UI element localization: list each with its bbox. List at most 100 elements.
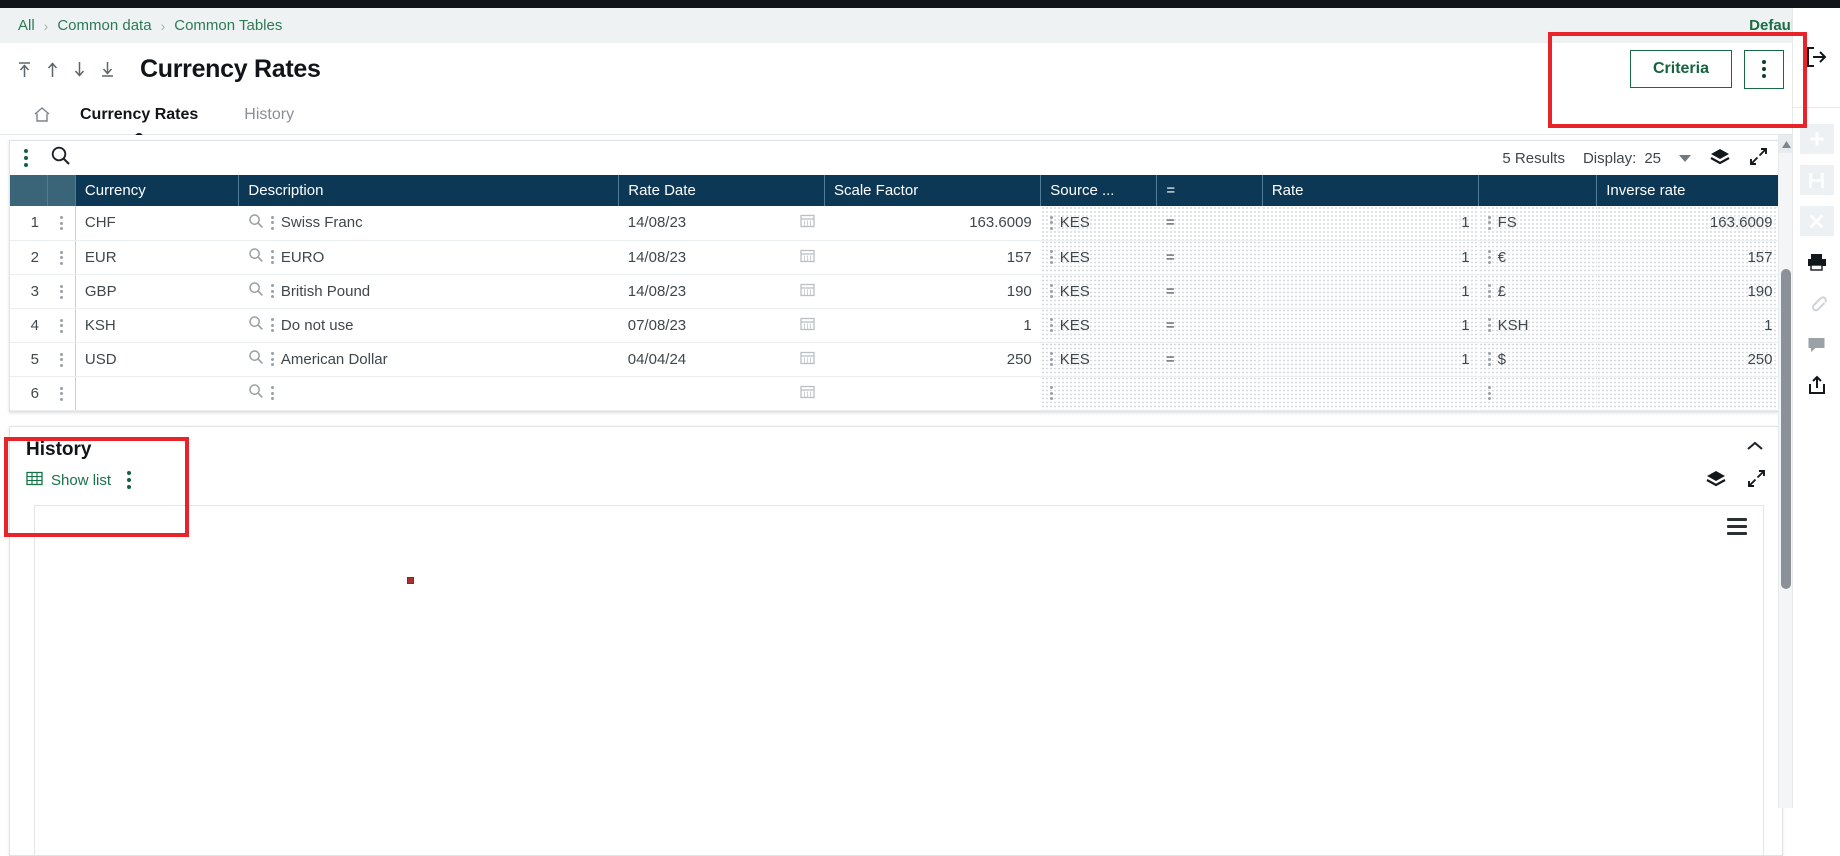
breadcrumb-item-all[interactable]: All xyxy=(18,17,35,34)
cell-scale-factor[interactable]: 1 xyxy=(824,308,1040,342)
chevron-up-icon[interactable] xyxy=(1744,439,1766,459)
chevron-down-icon[interactable] xyxy=(1679,155,1691,162)
cell-menu-icon[interactable] xyxy=(271,352,274,366)
expand-icon[interactable] xyxy=(1749,147,1768,170)
expand-icon[interactable] xyxy=(1747,469,1766,493)
cell-currency[interactable]: EUR xyxy=(75,240,239,274)
cell-menu-icon[interactable] xyxy=(271,318,274,332)
close-icon[interactable] xyxy=(1800,206,1834,236)
header-more-options-button[interactable] xyxy=(1744,50,1784,89)
breadcrumb-item-common-data[interactable]: Common data xyxy=(57,17,151,34)
cell-description[interactable]: American Dollar xyxy=(239,342,619,376)
column-header-symbol[interactable] xyxy=(1479,175,1597,206)
vertical-scrollbar[interactable] xyxy=(1778,135,1792,808)
cell-menu-icon[interactable] xyxy=(60,216,63,230)
column-header-rate[interactable]: Rate xyxy=(1262,175,1478,206)
table-row[interactable]: 5USDAmerican Dollar04/04/24250KES=1$250 xyxy=(10,342,1782,376)
save-icon[interactable] xyxy=(1800,165,1834,195)
criteria-button[interactable]: Criteria xyxy=(1630,50,1732,88)
tab-history[interactable]: History xyxy=(242,101,296,129)
column-header-inverse-rate[interactable]: Inverse rate xyxy=(1597,175,1782,206)
cell-rate-date[interactable]: 04/04/24 xyxy=(619,342,825,376)
column-header-source[interactable]: Source ... xyxy=(1041,175,1157,206)
scrollbar-thumb[interactable] xyxy=(1781,269,1791,589)
grid-options-kebab-icon[interactable] xyxy=(24,149,28,167)
tab-currency-rates[interactable]: Currency Rates xyxy=(78,101,200,129)
table-row[interactable]: 4KSHDo not use07/08/231KES=1KSH1 xyxy=(10,308,1782,342)
cell-description[interactable] xyxy=(239,376,619,410)
cell-currency[interactable]: USD xyxy=(75,342,239,376)
cell-menu-icon[interactable] xyxy=(60,251,63,265)
calendar-icon[interactable] xyxy=(800,282,815,301)
display-value[interactable]: 25 xyxy=(1644,150,1661,167)
cell-description[interactable]: British Pound xyxy=(239,274,619,308)
cell-menu-icon[interactable] xyxy=(1488,352,1491,366)
calendar-icon[interactable] xyxy=(800,350,815,369)
row-menu-cell[interactable] xyxy=(48,342,75,376)
chart-data-point[interactable] xyxy=(407,577,414,584)
cell-menu-icon[interactable] xyxy=(60,319,63,333)
cell-currency[interactable]: KSH xyxy=(75,308,239,342)
show-list-button[interactable]: Show list xyxy=(26,471,111,490)
lookup-icon[interactable] xyxy=(248,349,264,369)
column-header-scale-factor[interactable]: Scale Factor xyxy=(824,175,1040,206)
share-icon[interactable] xyxy=(1800,370,1834,400)
calendar-icon[interactable] xyxy=(800,384,815,403)
logout-icon[interactable] xyxy=(1805,46,1829,73)
calendar-icon[interactable] xyxy=(800,248,815,267)
cell-menu-icon[interactable] xyxy=(271,284,274,298)
scroll-up-button[interactable] xyxy=(1779,135,1793,153)
lookup-icon[interactable] xyxy=(248,213,264,233)
table-row[interactable]: 3GBPBritish Pound14/08/23190KES=1£190 xyxy=(10,274,1782,308)
cell-menu-icon[interactable] xyxy=(1488,216,1491,230)
cell-rate-date[interactable] xyxy=(619,376,825,410)
cell-scale-factor[interactable]: 163.6009 xyxy=(824,206,1040,240)
hamburger-menu-icon[interactable] xyxy=(1727,518,1747,535)
last-record-icon[interactable] xyxy=(99,60,116,79)
layers-icon[interactable] xyxy=(1709,147,1731,170)
lookup-icon[interactable] xyxy=(248,315,264,335)
next-record-icon[interactable] xyxy=(72,60,87,79)
cell-menu-icon[interactable] xyxy=(1488,250,1491,264)
cell-rate-date[interactable]: 14/08/23 xyxy=(619,206,825,240)
column-header-currency[interactable]: Currency xyxy=(75,175,239,206)
cell-menu-icon[interactable] xyxy=(271,250,274,264)
cell-currency[interactable]: GBP xyxy=(75,274,239,308)
column-header-rate-date[interactable]: Rate Date xyxy=(619,175,825,206)
cell-menu-icon[interactable] xyxy=(1488,386,1491,400)
history-options-kebab-icon[interactable] xyxy=(127,471,131,489)
previous-record-icon[interactable] xyxy=(45,60,60,79)
cell-rate-date[interactable]: 14/08/23 xyxy=(619,274,825,308)
table-corner-cell[interactable] xyxy=(10,175,48,206)
lookup-icon[interactable] xyxy=(248,247,264,267)
cell-menu-icon[interactable] xyxy=(271,216,274,230)
cell-menu-icon[interactable] xyxy=(1488,318,1491,332)
column-header-description[interactable]: Description xyxy=(239,175,619,206)
cell-menu-icon[interactable] xyxy=(1050,386,1053,400)
cell-menu-icon[interactable] xyxy=(1050,352,1053,366)
row-menu-cell[interactable] xyxy=(48,376,75,410)
cell-scale-factor[interactable]: 250 xyxy=(824,342,1040,376)
cell-menu-icon[interactable] xyxy=(1050,318,1053,332)
cell-description[interactable]: Do not use xyxy=(239,308,619,342)
cell-description[interactable]: Swiss Franc xyxy=(239,206,619,240)
cell-menu-icon[interactable] xyxy=(60,353,63,367)
search-icon[interactable] xyxy=(50,145,71,171)
row-menu-cell[interactable] xyxy=(48,274,75,308)
cell-rate-date[interactable]: 14/08/23 xyxy=(619,240,825,274)
lookup-icon[interactable] xyxy=(248,281,264,301)
add-icon[interactable] xyxy=(1800,124,1834,154)
cell-description[interactable]: EURO xyxy=(239,240,619,274)
cell-menu-icon[interactable] xyxy=(60,387,63,401)
first-record-icon[interactable] xyxy=(16,60,33,79)
calendar-icon[interactable] xyxy=(800,213,815,232)
cell-menu-icon[interactable] xyxy=(60,285,63,299)
cell-menu-icon[interactable] xyxy=(1050,216,1053,230)
layers-icon[interactable] xyxy=(1705,469,1727,493)
column-header-equals[interactable]: = xyxy=(1157,175,1263,206)
cell-menu-icon[interactable] xyxy=(1050,250,1053,264)
cell-scale-factor[interactable]: 157 xyxy=(824,240,1040,274)
table-row[interactable]: 2EUREURO14/08/23157KES=1€157 xyxy=(10,240,1782,274)
cell-rate-date[interactable]: 07/08/23 xyxy=(619,308,825,342)
comment-icon[interactable] xyxy=(1800,329,1834,359)
